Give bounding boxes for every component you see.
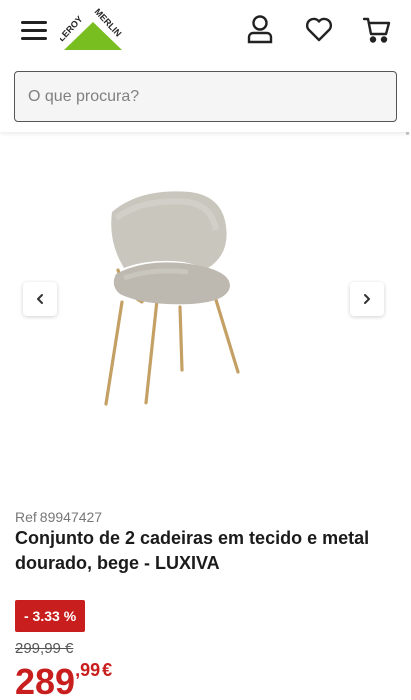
product-reference: Ref 89947427 [15, 509, 102, 525]
product-title: Conjunto de 2 cadeiras em tecido e metal… [15, 528, 370, 573]
price-decimal: ,99 [75, 660, 101, 680]
current-price: 289,99 € [15, 660, 112, 700]
price-currency: € [102, 660, 113, 680]
brand-logo[interactable]: LEROY MERLIN [56, 7, 130, 52]
chevron-right-icon [364, 294, 370, 304]
price-integer: 289 [15, 661, 76, 700]
gallery-next-button[interactable] [350, 282, 384, 316]
top-header: LEROY MERLIN [0, 0, 411, 132]
discount-badge: - 3.33 % [15, 600, 86, 632]
ref-label: Ref [15, 509, 37, 525]
chevron-left-icon [37, 294, 43, 304]
cart-icon[interactable] [362, 14, 392, 44]
search-field[interactable] [14, 71, 397, 122]
product-gallery [0, 132, 411, 492]
user-icon[interactable] [245, 14, 275, 44]
product-image-chair[interactable] [80, 182, 280, 412]
ref-number: 89947427 [39, 509, 103, 525]
heart-icon[interactable] [304, 14, 334, 44]
gallery-prev-button[interactable] [23, 282, 57, 316]
old-price: 299,99 € [15, 640, 74, 657]
menu-icon[interactable] [19, 18, 49, 42]
search-input[interactable] [15, 72, 396, 121]
